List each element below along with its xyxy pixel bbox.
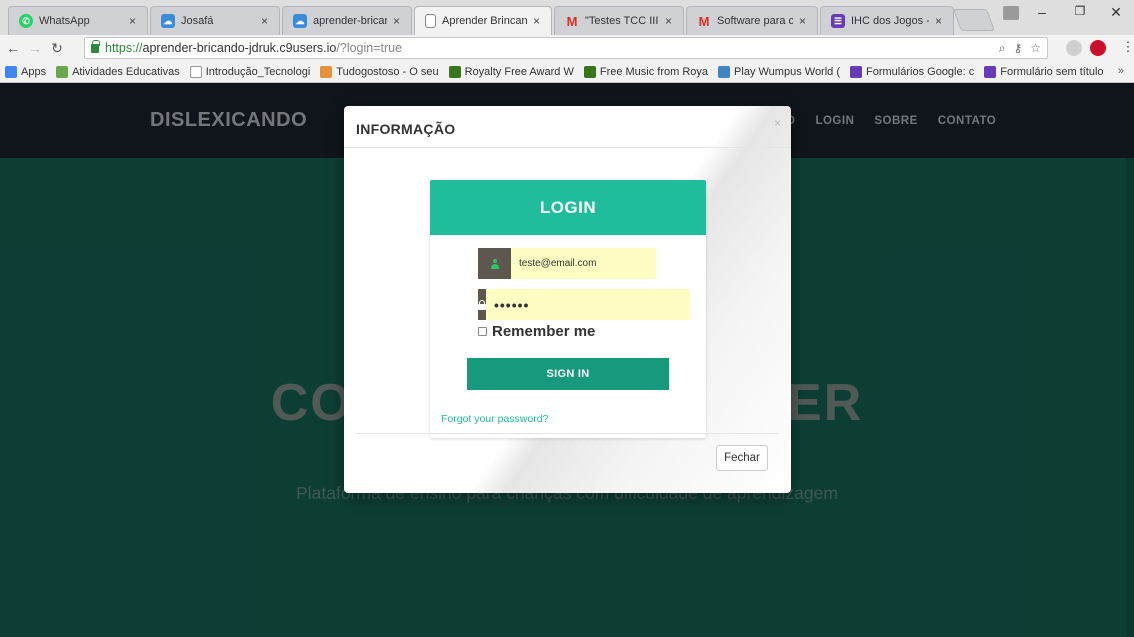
key-icon[interactable]: ⚷	[1013, 41, 1022, 56]
modal-title: INFORMAÇÃO	[356, 121, 456, 137]
forms-icon: ☰	[831, 14, 845, 28]
tab-label: IHC dos Jogos - Fo	[851, 15, 929, 27]
modal-footer-divider	[356, 433, 779, 434]
bookmark-label: Free Music from Roya	[599, 65, 709, 78]
music-icon	[583, 65, 596, 78]
food-icon	[320, 65, 333, 78]
minimize-icon[interactable]: –	[1030, 4, 1054, 20]
document-icon	[425, 14, 436, 28]
gmail-icon: M	[566, 13, 578, 29]
bookmark-label: Apps	[21, 65, 47, 78]
new-tab-button[interactable]	[952, 9, 996, 31]
tab-label: Software para crian	[717, 15, 793, 27]
bookmark-label: Formulário sem título	[1000, 65, 1104, 78]
forms-icon	[984, 65, 997, 78]
gmail-icon: M	[698, 13, 710, 29]
tab-aprender-brincando-active[interactable]: Aprender Brincand ×	[414, 6, 552, 35]
forward-icon[interactable]: →	[26, 40, 44, 56]
url-scheme: https://	[105, 41, 143, 55]
email-input[interactable]	[511, 248, 656, 279]
profile-icon[interactable]	[1003, 6, 1019, 20]
tab-josafa[interactable]: ☁ Josafá ×	[150, 6, 280, 35]
reload-icon[interactable]: ↻	[48, 40, 66, 57]
forms-icon	[850, 65, 863, 78]
bookmark-icon	[56, 65, 69, 78]
bookmarks-more-icon[interactable]: »	[1118, 65, 1124, 77]
password-input[interactable]	[486, 289, 690, 320]
window-close-icon[interactable]: ✕	[1104, 4, 1128, 21]
restore-icon[interactable]: ❐	[1068, 4, 1092, 18]
forgot-password-link[interactable]: Forgot your password?	[441, 413, 548, 425]
user-icon	[490, 258, 500, 269]
address-bar[interactable]: https://aprender-bricando-jdruk.c9users.…	[84, 37, 1048, 59]
padlock-icon	[478, 299, 486, 310]
close-icon[interactable]: ×	[129, 14, 139, 28]
bookmark-label: Royalty Free Award W	[464, 65, 574, 78]
info-modal: INFORMAÇÃO × LOGIN Remember me SIGN IN F…	[344, 106, 791, 493]
bookmark-label: Introdução_Tecnologi	[205, 65, 311, 78]
close-icon[interactable]: ×	[533, 14, 543, 28]
bookmark-formularios[interactable]: Formulários Google: c	[845, 65, 979, 78]
tab-software-criancas[interactable]: M Software para crian ×	[686, 6, 818, 35]
login-form: LOGIN Remember me SIGN IN Forgot your pa…	[430, 180, 706, 438]
lock-icon	[91, 39, 100, 53]
bookmark-free-music[interactable]: Free Music from Roya	[579, 65, 713, 78]
page-icon	[189, 65, 202, 78]
close-icon[interactable]: ×	[935, 14, 945, 28]
url-host: aprender-bricando-jdruk.c9users.io	[142, 41, 337, 55]
bookmark-label: Formulários Google: c	[866, 65, 975, 78]
browser-tab-strip: ✆ WhatsApp × ☁ Josafá × ☁ aprender-brica…	[0, 0, 1134, 35]
modal-header: INFORMAÇÃO ×	[344, 106, 791, 148]
cloud9-icon: ☁	[161, 14, 175, 28]
email-addon	[478, 248, 511, 279]
remember-checkbox[interactable]	[478, 327, 487, 336]
tab-label: Aprender Brincand	[442, 15, 527, 27]
remember-label[interactable]: Remember me	[492, 323, 595, 340]
tab-label: WhatsApp	[39, 15, 90, 27]
bookmark-wumpus[interactable]: Play Wumpus World (	[713, 65, 845, 78]
password-field	[478, 289, 690, 320]
menu-icon[interactable]: ⋮	[1116, 39, 1134, 55]
close-icon[interactable]: ×	[261, 14, 271, 28]
tab-whatsapp[interactable]: ✆ WhatsApp ×	[8, 6, 148, 35]
tab-testes-tcc[interactable]: M "Testes TCC III" - ja ×	[554, 6, 684, 35]
whatsapp-icon: ✆	[19, 14, 33, 28]
bookmark-atividades[interactable]: Atividades Educativas	[51, 65, 185, 78]
remember-me: Remember me	[478, 323, 595, 340]
bookmark-royalty-free[interactable]: Royalty Free Award W	[444, 65, 579, 78]
adblock-icon[interactable]	[1090, 40, 1106, 56]
tab-label: Josafá	[181, 15, 214, 27]
game-icon	[718, 65, 731, 78]
bookmark-introducao[interactable]: Introdução_Tecnologi	[185, 65, 316, 78]
bookmark-star-icon[interactable]: ☆	[1030, 41, 1041, 56]
bookmark-label: Atividades Educativas	[72, 65, 180, 78]
password-addon	[478, 289, 486, 320]
music-icon	[448, 65, 461, 78]
apps-icon	[5, 65, 17, 78]
sign-in-button[interactable]: SIGN IN	[467, 358, 669, 390]
bookmark-tudogostoso[interactable]: Tudogostoso - O seu	[315, 65, 443, 78]
bookmark-label: Play Wumpus World (	[734, 65, 841, 78]
zoom-icon[interactable]: ⌕	[999, 41, 1006, 56]
extension-icon[interactable]	[1066, 40, 1082, 56]
close-icon[interactable]: ×	[799, 14, 809, 28]
tab-label: aprender-bricando	[313, 15, 387, 27]
close-icon[interactable]: ×	[393, 14, 403, 28]
fechar-button[interactable]: Fechar	[716, 445, 768, 471]
bookmarks-bar: Apps Atividades Educativas Introdução_Te…	[0, 61, 1134, 83]
bookmark-label: Tudogostoso - O seu	[336, 65, 439, 78]
tab-aprender-bricando[interactable]: ☁ aprender-bricando ×	[282, 6, 412, 35]
cloud9-icon: ☁	[293, 14, 307, 28]
close-icon[interactable]: ×	[774, 116, 781, 130]
tab-ihc-jogos[interactable]: ☰ IHC dos Jogos - Fo ×	[820, 6, 954, 35]
bookmark-apps[interactable]: Apps	[0, 65, 51, 78]
bookmark-formulario-sem-titulo[interactable]: Formulário sem título	[979, 65, 1108, 78]
close-icon[interactable]: ×	[665, 14, 675, 28]
back-icon[interactable]: ←	[4, 40, 22, 56]
login-heading: LOGIN	[430, 180, 706, 235]
email-field	[478, 248, 656, 279]
url-path: /?login=true	[336, 41, 403, 55]
tab-label: "Testes TCC III" - ja	[585, 15, 659, 27]
